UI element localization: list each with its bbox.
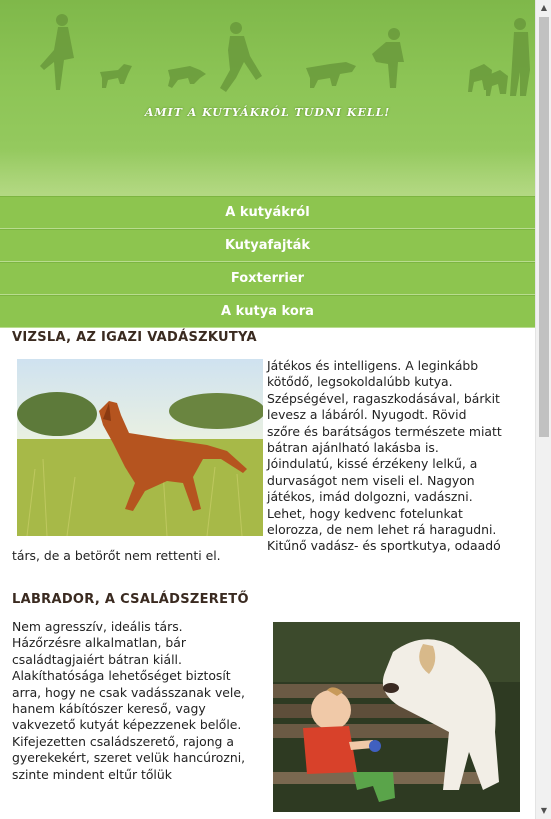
site-tagline: AMIT A KUTYÁKRÓL TUDNI KELL!	[144, 106, 391, 119]
labrador-image	[273, 622, 520, 812]
scroll-up-arrow-icon[interactable]: ▲	[536, 0, 551, 16]
labrador-line: arra, hogy ne csak vadásszanak vele,	[12, 684, 245, 700]
labrador-title: LABRADOR, A CSALÁDSZERETŐ	[12, 592, 249, 607]
vizsla-title: VIZSLA, AZ IGAZI VADÁSZKUTYA	[12, 330, 257, 345]
labrador-line: családtagjaiért bátran kiáll.	[12, 651, 182, 667]
nav-item-kutyafajtak[interactable]: Kutyafajták	[0, 229, 535, 262]
labrador-text: Nem agresszív, ideális társ. Házőrzésre …	[12, 619, 268, 783]
vizsla-line: elorozza, de nem lehet rá haragudni.	[267, 522, 497, 538]
nav-item-a-kutyakrol[interactable]: A kutyákról	[0, 196, 535, 229]
header-fade	[0, 150, 535, 196]
labrador-line: hanem kábítószer kereső, vagy	[12, 701, 206, 717]
vizsla-line: bátran ajánlható lakásba is.	[267, 440, 439, 456]
vizsla-photo-illustration	[17, 359, 263, 536]
vizsla-line: Lehet, hogy kedvenc fotelunkat	[267, 505, 463, 521]
vizsla-line: levesz a lábáról. Nyugodt. Rövid	[267, 407, 467, 423]
vizsla-line: szőre és barátságos természete miatt	[267, 423, 502, 439]
vizsla-line: Szépségével, ragaszkodásával, bárkit	[267, 390, 500, 406]
page-viewport: AMIT A KUTYÁKRÓL TUDNI KELL! A kutyákról…	[0, 0, 535, 819]
scrollbar-thumb[interactable]	[539, 17, 549, 437]
vizsla-line: játékos, imád dolgozni, vadászni.	[267, 489, 473, 505]
nav-item-foxterrier[interactable]: Foxterrier	[0, 262, 535, 295]
labrador-line: szinte mindent eltűr tőlük	[12, 766, 172, 782]
vizsla-line: durvaságot nem viseli el. Nagyon	[267, 472, 475, 488]
vizsla-line: Játékos és intelligens. A leginkább	[267, 358, 479, 373]
vizsla-text: Játékos és intelligens. A leginkább kötő…	[267, 358, 525, 555]
labrador-line: Alakíthatósága lehetőséget biztosít	[12, 668, 231, 684]
labrador-photo-illustration	[273, 622, 520, 812]
labrador-line: Nem agresszív, ideális társ.	[12, 619, 183, 634]
nav-item-a-kutya-kora[interactable]: A kutya kora	[0, 295, 535, 328]
labrador-line: gyerekekért, szeret velük hancúrozni,	[12, 750, 246, 766]
main-nav: A kutyákról Kutyafajták Foxterrier A kut…	[0, 196, 535, 328]
scroll-down-arrow-icon[interactable]: ▼	[536, 803, 551, 819]
labrador-line: Kifejezetten családszerető, rajong a	[12, 733, 234, 749]
site-header: AMIT A KUTYÁKRÓL TUDNI KELL!	[0, 0, 535, 196]
vizsla-line: Jóindulatú, kissé érzékeny lelkű, a	[267, 456, 478, 472]
vizsla-image	[17, 359, 263, 536]
vizsla-line: kötődő, legsokoldalúbb kutya.	[267, 374, 453, 390]
vertical-scrollbar[interactable]: ▲ ▼	[535, 0, 551, 819]
vizsla-text-tail: társ, de a betörőt nem rettenti el.	[12, 548, 221, 563]
labrador-line: vakvezető kutyát képezzenek belőle.	[12, 717, 242, 733]
labrador-line: Házőrzésre alkalmatlan, bár	[12, 635, 186, 651]
header-silhouettes	[40, 14, 530, 96]
